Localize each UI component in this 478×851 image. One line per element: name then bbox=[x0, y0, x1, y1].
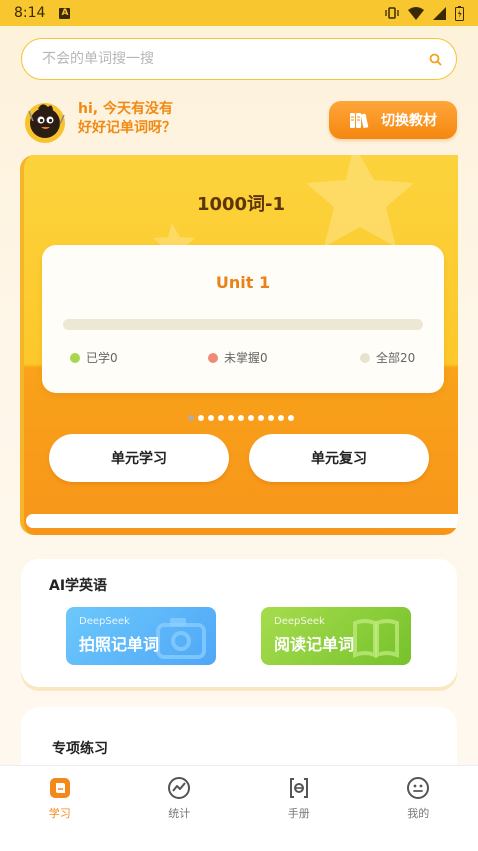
total-dot bbox=[360, 352, 370, 363]
pager-dot[interactable] bbox=[248, 415, 254, 421]
handbook-icon bbox=[289, 778, 308, 798]
pager-dot[interactable] bbox=[258, 415, 264, 421]
reading-vocab-provider: DeepSeek bbox=[274, 616, 325, 627]
pager-dot[interactable] bbox=[218, 415, 224, 421]
book-title: 1000词-1 bbox=[196, 194, 286, 215]
signal-icon bbox=[433, 6, 446, 20]
mascot-avatar bbox=[25, 103, 65, 143]
legend-total: 全部20 bbox=[360, 349, 415, 366]
pager-dot[interactable] bbox=[278, 415, 284, 421]
pager-dot[interactable] bbox=[238, 415, 244, 421]
status-time: 8:14 bbox=[14, 5, 46, 21]
bottom-nav: 学习 统计 手册 我的 bbox=[0, 765, 478, 851]
camera-icon bbox=[156, 618, 206, 659]
unit-progress-bar bbox=[63, 319, 423, 330]
notification-icon: A bbox=[59, 7, 71, 19]
search-bar[interactable] bbox=[21, 38, 457, 80]
unmastered-dot bbox=[208, 352, 218, 363]
card-bottom-edge bbox=[26, 514, 458, 528]
greeting-line-1: hi, 今天有没有 bbox=[78, 101, 173, 117]
reading-vocab-button[interactable]: DeepSeek 阅读记单词 bbox=[261, 607, 411, 665]
nav-label-stats: 统计 bbox=[168, 807, 191, 820]
wifi-icon bbox=[408, 6, 424, 20]
nav-item-stats[interactable]: 统计 bbox=[120, 766, 240, 851]
learned-dot bbox=[70, 352, 80, 363]
unit-learn-button[interactable]: 单元学习 bbox=[49, 434, 229, 482]
search-icon[interactable] bbox=[429, 53, 442, 66]
pager-dot[interactable] bbox=[268, 415, 274, 421]
nav-label-handbook: 手册 bbox=[287, 807, 310, 820]
greeting-line-2: 好好记单词呀？ bbox=[78, 120, 176, 136]
vibrate-icon bbox=[385, 7, 399, 19]
photo-vocab-button[interactable]: DeepSeek 拍照记单词 bbox=[66, 607, 216, 665]
pager-dot[interactable] bbox=[228, 415, 234, 421]
unit-pager[interactable] bbox=[24, 415, 458, 421]
status-bar: 8:14 A bbox=[0, 0, 478, 26]
unmastered-count: 未掌握0 bbox=[224, 351, 268, 365]
pager-dot[interactable] bbox=[198, 415, 204, 421]
photo-vocab-provider: DeepSeek bbox=[79, 616, 130, 627]
total-count: 全部20 bbox=[376, 351, 416, 365]
legend-learned: 已学0 bbox=[70, 349, 118, 366]
stats-icon bbox=[168, 777, 191, 799]
switch-textbook-label: 切换教材 bbox=[381, 113, 437, 129]
unit-title: Unit 1 bbox=[215, 273, 271, 292]
nav-label-profile: 我的 bbox=[407, 807, 430, 820]
unit-panel[interactable]: Unit 1 已学0 未掌握0 全部20 bbox=[42, 245, 444, 393]
photo-vocab-label: 拍照记单词 bbox=[79, 635, 160, 654]
page: 8:14 A hi, 今天有没有 好好记单词呀？ bbox=[0, 0, 478, 851]
greeting-text: hi, 今天有没有 好好记单词呀？ bbox=[78, 100, 176, 138]
book-icon bbox=[353, 619, 399, 658]
study-icon bbox=[49, 778, 70, 798]
nav-label-study: 学习 bbox=[48, 807, 71, 820]
study-card: 1000词-1 Unit 1 已学0 未掌握0 全部20 单元学习 单元复习 bbox=[20, 155, 458, 535]
pager-dot[interactable] bbox=[208, 415, 214, 421]
switch-textbook-button[interactable]: 切换教材 bbox=[329, 101, 457, 139]
profile-icon bbox=[407, 777, 430, 799]
books-icon bbox=[350, 113, 369, 129]
nav-item-profile[interactable]: 我的 bbox=[359, 766, 478, 851]
ai-section-title: AI学英语 bbox=[49, 578, 108, 594]
reading-vocab-label: 阅读记单词 bbox=[274, 635, 355, 654]
nav-item-handbook[interactable]: 手册 bbox=[239, 766, 359, 851]
search-input[interactable] bbox=[42, 51, 429, 67]
nav-item-study[interactable]: 学习 bbox=[0, 766, 120, 851]
pager-dot[interactable] bbox=[288, 415, 294, 421]
special-practice-title: 专项练习 bbox=[52, 741, 108, 757]
legend-unmastered: 未掌握0 bbox=[208, 349, 268, 366]
battery-icon bbox=[455, 5, 464, 21]
ai-english-section: AI学英语 DeepSeek 拍照记单词 DeepSeek 阅读记单词 bbox=[21, 559, 457, 687]
unit-review-button[interactable]: 单元复习 bbox=[249, 434, 429, 482]
learned-count: 已学0 bbox=[86, 351, 118, 365]
pager-dot[interactable] bbox=[188, 415, 194, 421]
